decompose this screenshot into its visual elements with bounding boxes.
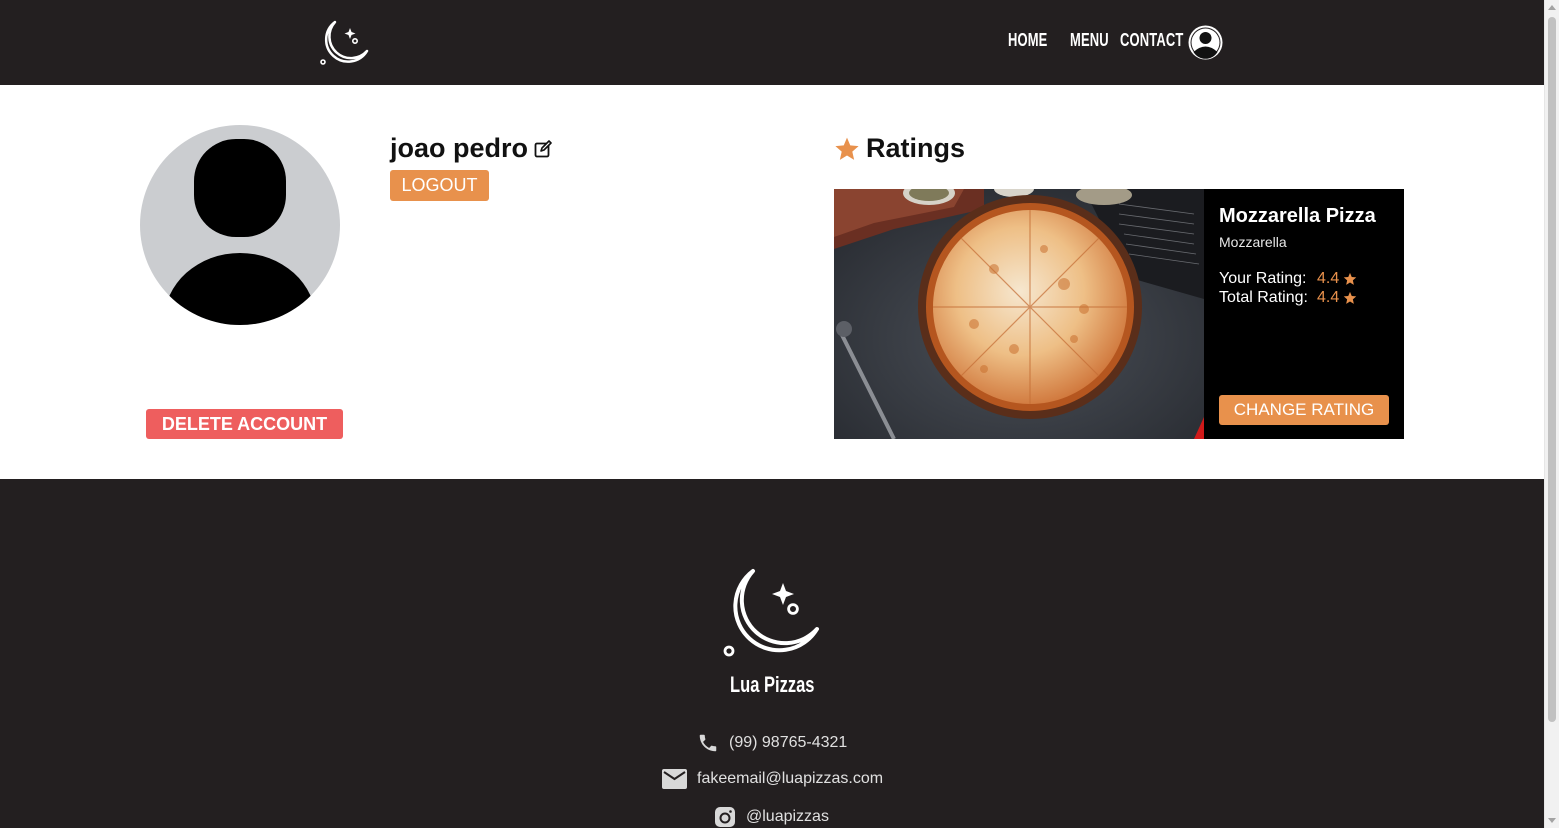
username-row: joao pedro (390, 133, 552, 164)
your-rating-row: Your Rating: 4.4 (1219, 270, 1357, 288)
nav-home-link[interactable]: HOME (1008, 30, 1047, 51)
moon-logo-icon (723, 569, 819, 657)
scrollbar[interactable] (1544, 0, 1559, 828)
phone-icon (699, 734, 717, 752)
change-rating-button[interactable]: CHANGE RATING (1219, 395, 1389, 425)
pizza-subtitle: Mozzarella (1219, 234, 1287, 250)
instagram-icon (715, 807, 735, 827)
edit-icon[interactable] (534, 139, 552, 158)
site-header: HOME MENU CONTACT (0, 0, 1544, 85)
total-rating-label: Total Rating: (1219, 289, 1308, 306)
rating-card: Mozzarella Pizza Mozzarella Your Rating:… (834, 189, 1404, 439)
footer-instagram: @luapizzas (714, 806, 829, 828)
logout-button[interactable]: LOGOUT (390, 170, 489, 201)
nav-menu-link[interactable]: MENU (1070, 30, 1109, 51)
star-icon (835, 137, 859, 160)
user-account-icon[interactable] (1188, 25, 1223, 60)
scrollbar-thumb[interactable] (1548, 17, 1556, 722)
star-icon (1344, 291, 1357, 304)
avatar (140, 125, 340, 325)
footer-brand: Lua Pizzas (729, 672, 815, 697)
moon-logo-icon[interactable] (318, 18, 370, 68)
your-rating-value: 4.4 (1317, 270, 1340, 287)
email-icon (662, 769, 687, 789)
scroll-down-arrow[interactable] (1548, 818, 1556, 823)
instagram-link[interactable]: @luapizzas (746, 808, 829, 826)
footer-phone: (99) 98765-4321 (697, 732, 847, 754)
your-rating-label: Your Rating: (1219, 270, 1307, 287)
star-icon (1344, 272, 1357, 285)
username: joao pedro (390, 133, 529, 163)
main-nav: HOME MENU CONTACT (1008, 30, 1183, 51)
total-rating-row: Total Rating: 4.4 (1219, 289, 1357, 307)
phone-text: (99) 98765-4321 (729, 734, 848, 751)
total-rating-value: 4.4 (1317, 289, 1340, 306)
site-footer: Lua Pizzas (99) 98765-4321 fakeemail@lua… (0, 479, 1544, 828)
nav-contact-link[interactable]: CONTACT (1120, 30, 1183, 51)
pizza-photo (834, 189, 1204, 439)
ratings-heading: Ratings (834, 133, 965, 164)
delete-account-button[interactable]: DELETE ACCOUNT (146, 409, 343, 439)
footer-email: fakeemail@luapizzas.com (662, 769, 883, 789)
scroll-up-arrow[interactable] (1548, 5, 1556, 10)
pizza-name: Mozzarella Pizza (1219, 205, 1376, 227)
rating-card-info: Mozzarella Pizza Mozzarella Your Rating:… (1219, 189, 1399, 439)
email-link[interactable]: fakeemail@luapizzas.com (697, 770, 883, 788)
ratings-title: Ratings (866, 133, 966, 163)
